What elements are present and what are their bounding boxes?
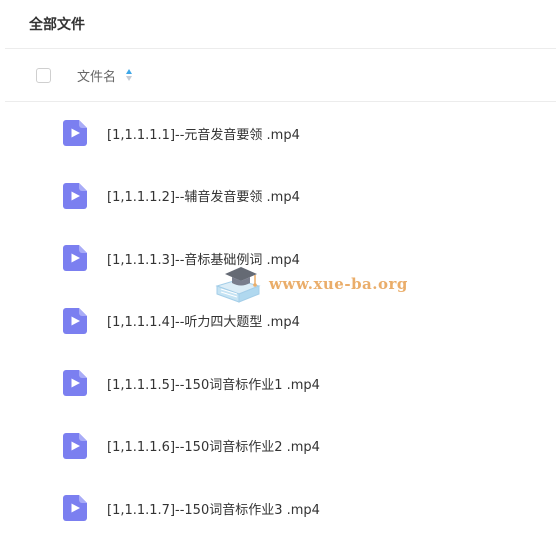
video-file-icon bbox=[63, 182, 87, 209]
video-file-icon bbox=[63, 307, 87, 334]
file-row[interactable]: [1,1.1.1.3]--音标基础例词 .mp4 bbox=[5, 227, 556, 290]
column-header-filename[interactable]: 文件名 bbox=[77, 66, 116, 85]
file-manager-page: 全部文件 文件名 [1,1.1.1.1]--元音发音要领 .mp4 [1,1.1… bbox=[0, 0, 556, 536]
file-row[interactable]: [1,1.1.1.1]--元音发音要领 .mp4 bbox=[5, 102, 556, 165]
file-row[interactable]: [1,1.1.1.6]--150词音标作业2 .mp4 bbox=[5, 415, 556, 478]
file-name[interactable]: [1,1.1.1.3]--音标基础例词 .mp4 bbox=[107, 249, 300, 268]
file-name[interactable]: [1,1.1.1.5]--150词音标作业1 .mp4 bbox=[107, 374, 320, 393]
video-file-icon bbox=[63, 245, 87, 272]
file-row[interactable]: [1,1.1.1.4]--听力四大题型 .mp4 bbox=[5, 290, 556, 353]
video-file-icon bbox=[63, 120, 87, 147]
sort-down-arrow-icon bbox=[126, 76, 133, 81]
video-file-icon bbox=[63, 495, 87, 522]
file-row[interactable]: [1,1.1.1.7]--150词音标作业3 .mp4 bbox=[5, 477, 556, 536]
file-name[interactable]: [1,1.1.1.4]--听力四大题型 .mp4 bbox=[107, 311, 300, 330]
file-name[interactable]: [1,1.1.1.2]--辅音发音要领 .mp4 bbox=[107, 186, 300, 205]
sort-icon[interactable] bbox=[126, 68, 133, 82]
video-file-icon bbox=[63, 370, 87, 397]
table-header: 文件名 bbox=[5, 49, 556, 102]
file-list: [1,1.1.1.1]--元音发音要领 .mp4 [1,1.1.1.2]--辅音… bbox=[0, 102, 556, 536]
title-bar: 全部文件 bbox=[5, 0, 556, 49]
select-all-checkbox[interactable] bbox=[36, 67, 51, 83]
video-file-icon bbox=[63, 432, 87, 459]
file-name[interactable]: [1,1.1.1.1]--元音发音要领 .mp4 bbox=[107, 124, 300, 143]
file-name[interactable]: [1,1.1.1.7]--150词音标作业3 .mp4 bbox=[107, 499, 320, 518]
file-row[interactable]: [1,1.1.1.2]--辅音发音要领 .mp4 bbox=[5, 165, 556, 228]
sort-up-arrow-icon bbox=[126, 69, 133, 74]
page-title: 全部文件 bbox=[29, 17, 85, 33]
file-name[interactable]: [1,1.1.1.6]--150词音标作业2 .mp4 bbox=[107, 436, 320, 455]
file-row[interactable]: [1,1.1.1.5]--150词音标作业1 .mp4 bbox=[5, 352, 556, 415]
